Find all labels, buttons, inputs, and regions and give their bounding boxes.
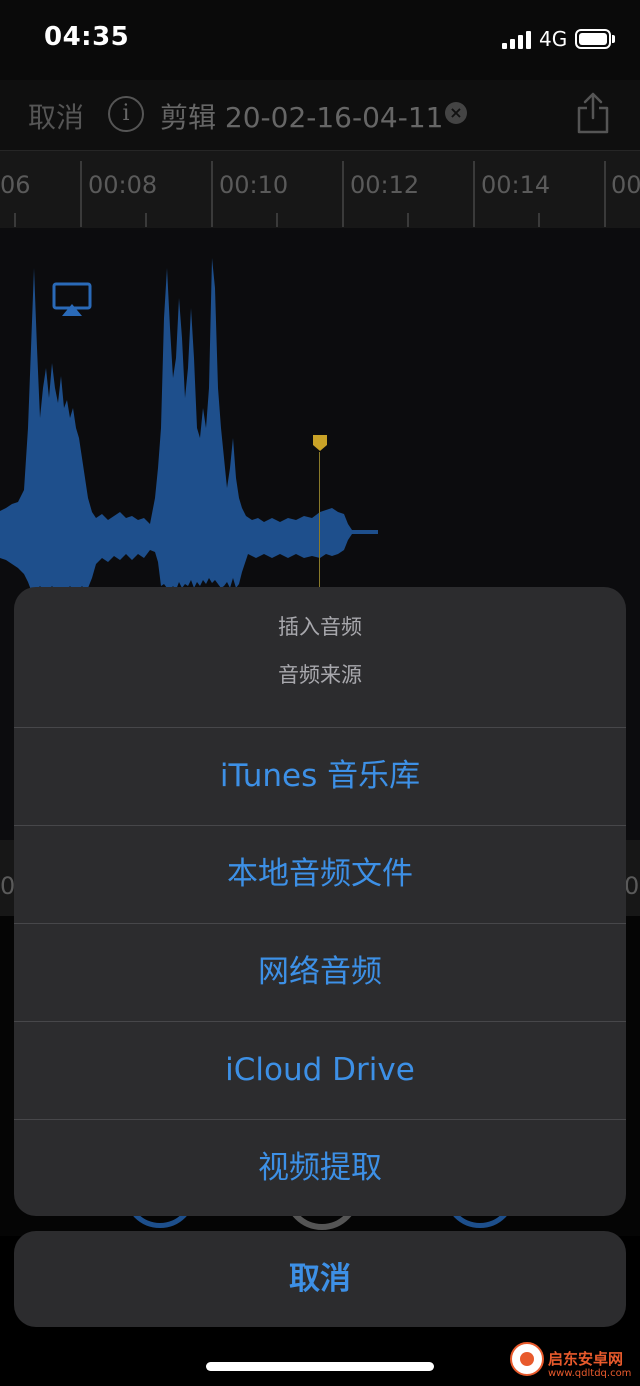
nav-cancel-button[interactable]: 取消 bbox=[28, 96, 84, 136]
recording-title[interactable]: 剪辑 20-02-16-04-11 bbox=[160, 96, 443, 136]
ruler-tick bbox=[473, 161, 475, 227]
ruler-minor-tick bbox=[407, 213, 409, 227]
watermark-logo-icon bbox=[510, 1342, 544, 1376]
site-watermark: 启东安卓网 www.qdltdq.com bbox=[502, 1340, 640, 1386]
ruler-tick bbox=[342, 161, 344, 227]
ruler-label: 00:12 bbox=[350, 171, 420, 199]
status-bar: 04:35 4G bbox=[0, 0, 640, 80]
ruler-label: 0 bbox=[0, 872, 16, 900]
airplay-icon[interactable] bbox=[52, 282, 92, 318]
network-type: 4G bbox=[539, 27, 568, 51]
status-time: 04:35 bbox=[44, 22, 130, 52]
info-icon[interactable]: i bbox=[108, 96, 144, 132]
ruler-label: 00 bbox=[611, 171, 640, 199]
battery-icon bbox=[575, 29, 611, 49]
timeline-ruler[interactable]: 06 00:08 00:10 00:12 00:14 00 bbox=[0, 150, 640, 229]
ruler-tick bbox=[80, 161, 82, 227]
option-icloud-drive[interactable]: iCloud Drive bbox=[14, 1021, 626, 1118]
watermark-text: 启东安卓网 bbox=[548, 1350, 624, 1368]
ruler-label: 00:08 bbox=[88, 171, 158, 199]
ruler-minor-tick bbox=[14, 213, 16, 227]
ruler-label: 0 bbox=[624, 872, 640, 900]
action-sheet-message: 音频来源 bbox=[278, 663, 362, 687]
clear-title-icon[interactable]: × bbox=[445, 102, 467, 124]
ruler-tick bbox=[604, 161, 606, 227]
ruler-tick bbox=[211, 161, 213, 227]
action-sheet-header: 插入音频 音频来源 bbox=[14, 587, 626, 727]
cellular-signal-icon bbox=[502, 31, 532, 49]
action-sheet-title: 插入音频 bbox=[278, 615, 362, 639]
ruler-label: 00:14 bbox=[481, 171, 551, 199]
option-local-audio-file[interactable]: 本地音频文件 bbox=[14, 825, 626, 922]
insert-audio-action-sheet: 插入音频 音频来源 iTunes 音乐库 本地音频文件 网络音频 iCloud … bbox=[14, 587, 626, 1216]
home-indicator[interactable] bbox=[206, 1362, 434, 1371]
playhead-handle[interactable] bbox=[312, 434, 328, 452]
watermark-url: www.qdltdq.com bbox=[548, 1368, 632, 1379]
option-network-audio[interactable]: 网络音频 bbox=[14, 923, 626, 1020]
option-itunes-library[interactable]: iTunes 音乐库 bbox=[14, 727, 626, 824]
ruler-label: 06 bbox=[0, 171, 31, 199]
ruler-minor-tick bbox=[145, 213, 147, 227]
nav-bar: 取消 i 剪辑 20-02-16-04-11 × bbox=[0, 80, 640, 150]
action-sheet-cancel-button[interactable]: 取消 bbox=[14, 1231, 626, 1327]
ruler-minor-tick bbox=[276, 213, 278, 227]
ruler-label: 00:10 bbox=[219, 171, 289, 199]
share-icon[interactable] bbox=[576, 92, 610, 134]
battery-cap bbox=[612, 35, 615, 43]
option-extract-from-video[interactable]: 视频提取 bbox=[14, 1119, 626, 1216]
ruler-minor-tick bbox=[538, 213, 540, 227]
